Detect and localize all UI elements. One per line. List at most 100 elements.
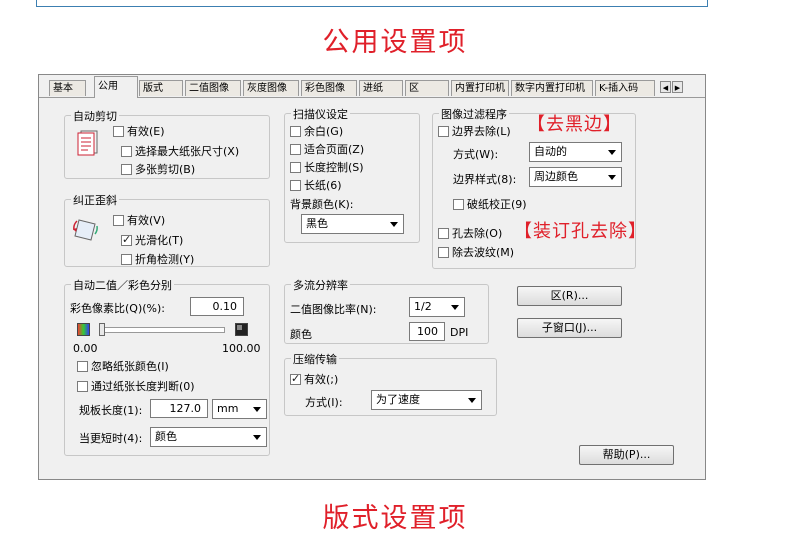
- help-button[interactable]: 帮助(P)...: [579, 445, 674, 465]
- tab-digital-imprinter[interactable]: 数字内置打印机: [511, 80, 593, 96]
- multi-crop-checkbox[interactable]: 多张剪切(B): [121, 161, 195, 177]
- auto-crop-title: 自动剪切: [71, 108, 119, 124]
- smoothing-box[interactable]: [121, 233, 132, 246]
- compression-method-select[interactable]: 为了速度: [371, 390, 482, 410]
- torn-paper-box[interactable]: [453, 198, 464, 210]
- max-paper-size-box[interactable]: [121, 145, 132, 157]
- edge-removal-box[interactable]: [438, 125, 449, 137]
- zone-button[interactable]: 区(R)...: [517, 286, 622, 306]
- multi-crop-box[interactable]: [121, 163, 132, 175]
- tab-binary-image[interactable]: 二值图像: [185, 80, 241, 96]
- judge-by-length-box[interactable]: [77, 380, 88, 392]
- scanner-settings-group: 扫描仪设定 余白(G) 适合页面(Z) 长度控制(S) 长纸(6) 背景颜色(K…: [284, 106, 420, 243]
- tab-scroll-left-button[interactable]: ◀: [660, 81, 671, 93]
- auto-crop-enabled-checkbox[interactable]: 有效(E): [113, 123, 165, 139]
- margin-box[interactable]: [290, 125, 301, 137]
- tab-paper-feed[interactable]: 进纸: [359, 80, 403, 96]
- tab-imprinter[interactable]: 内置打印机: [451, 80, 509, 96]
- auto-crop-enabled-label: 有效(E): [127, 125, 165, 138]
- section-heading-layout: 版式设置项: [322, 503, 468, 534]
- compression-method-label: 方式(I):: [305, 396, 343, 409]
- judge-by-length-label: 通过纸张长度判断(0): [91, 380, 195, 393]
- deskew-title: 纠正歪斜: [71, 192, 119, 208]
- deskew-enabled-box[interactable]: [113, 214, 124, 226]
- when-shorter-select[interactable]: 颜色: [150, 427, 267, 447]
- hole-removal-checkbox[interactable]: 孔去除(O): [438, 225, 502, 241]
- settings-dialog: 基本 公用 版式 二值图像 灰度图像 彩色图像 进纸 区 内置打印机 数字内置打…: [38, 74, 706, 480]
- moire-removal-label: 除去波纹(M): [452, 246, 515, 259]
- tab-strip: 基本 公用 版式 二值图像 灰度图像 彩色图像 进纸 区 内置打印机 数字内置打…: [39, 75, 705, 98]
- edge-removal-label: 边界去除(L): [452, 125, 511, 138]
- scale-max-label: 100.00: [222, 342, 261, 355]
- tab-scroll-right-button[interactable]: ▶: [672, 81, 683, 93]
- deskew-document-icon: [73, 219, 98, 241]
- color-resolution-label: 颜色: [290, 328, 312, 341]
- image-filter-group: 图像过滤程序 边界去除(L) 方式(W): 自动的 边界样式(8): 周边颜色 …: [432, 106, 636, 269]
- fit-page-box[interactable]: [290, 143, 301, 155]
- fold-detect-label: 折角检测(Y): [135, 253, 195, 266]
- color-pixel-ratio-input[interactable]: 0.10: [190, 297, 244, 316]
- edge-removal-checkbox[interactable]: 边界去除(L): [438, 123, 511, 139]
- template-length-label: 规板长度(1):: [79, 404, 143, 417]
- background-color-label: 背景颜色(K):: [290, 198, 354, 211]
- template-length-input[interactable]: 127.0: [150, 399, 208, 418]
- when-shorter-label: 当更短时(4):: [79, 432, 143, 445]
- tab-common[interactable]: 公用: [94, 76, 138, 98]
- edge-style-label: 边界样式(8):: [453, 173, 517, 186]
- chevron-down-icon: [253, 435, 261, 440]
- edge-style-value: 周边颜色: [534, 170, 578, 183]
- deskew-enabled-checkbox[interactable]: 有效(V): [113, 212, 165, 228]
- auto-crop-enabled-box[interactable]: [113, 125, 124, 137]
- compression-enabled-checkbox[interactable]: 有效(;): [290, 371, 338, 387]
- length-control-checkbox[interactable]: 长度控制(S): [290, 159, 364, 175]
- background-color-select[interactable]: 黑色: [301, 214, 404, 234]
- tab-basic[interactable]: 基本: [49, 80, 86, 96]
- binary-ratio-select[interactable]: 1/2: [409, 297, 465, 317]
- color-ratio-slider-thumb[interactable]: [99, 323, 105, 336]
- fold-detect-checkbox[interactable]: 折角检测(Y): [121, 251, 194, 267]
- long-paper-box[interactable]: [290, 179, 301, 191]
- scanner-settings-title: 扫描仪设定: [291, 106, 350, 122]
- color-resolution-input[interactable]: 100: [409, 322, 445, 341]
- color-pixel-ratio-label: 彩色像素比(Q)(%):: [70, 302, 165, 315]
- deskew-group: 纠正歪斜 有效(V) 光滑化(T) 折角检测(Y): [64, 192, 270, 267]
- smoothing-checkbox[interactable]: 光滑化(T): [121, 232, 183, 248]
- compression-enabled-label: 有效(;): [304, 373, 339, 386]
- moire-removal-box[interactable]: [438, 246, 449, 258]
- subwindow-button[interactable]: 子窗口(J)...: [517, 318, 622, 338]
- removal-method-select[interactable]: 自动的: [529, 142, 622, 162]
- dpi-unit-label: DPI: [450, 326, 469, 339]
- removal-method-value: 自动的: [534, 145, 567, 158]
- removal-method-label: 方式(W):: [453, 148, 499, 161]
- hole-removal-box[interactable]: [438, 227, 449, 239]
- margin-checkbox[interactable]: 余白(G): [290, 123, 343, 139]
- long-paper-checkbox[interactable]: 长纸(6): [290, 177, 342, 193]
- ignore-paper-color-checkbox[interactable]: 忽略纸张颜色(I): [77, 358, 169, 374]
- tab-grayscale-image[interactable]: 灰度图像: [243, 80, 299, 96]
- compression-transfer-group: 压缩传输 有效(;) 方式(I): 为了速度: [284, 351, 497, 416]
- compression-enabled-box[interactable]: [290, 372, 301, 385]
- tab-color-image[interactable]: 彩色图像: [301, 80, 357, 96]
- background-color-value: 黑色: [306, 217, 328, 230]
- ignore-paper-color-box[interactable]: [77, 360, 88, 372]
- torn-paper-checkbox[interactable]: 破纸校正(9): [453, 196, 527, 212]
- fit-page-checkbox[interactable]: 适合页面(Z): [290, 141, 364, 157]
- length-unit-select[interactable]: mm: [212, 399, 267, 419]
- moire-removal-checkbox[interactable]: 除去波纹(M): [438, 244, 514, 260]
- margin-label: 余白(G): [304, 125, 344, 138]
- torn-paper-label: 破纸校正(9): [467, 198, 527, 211]
- edge-style-select[interactable]: 周边颜色: [529, 167, 622, 187]
- tab-k-insert-code[interactable]: K-插入码: [595, 80, 655, 96]
- tab-zone[interactable]: 区: [405, 80, 449, 96]
- tab-layout[interactable]: 版式: [139, 80, 183, 96]
- hole-removal-label: 孔去除(O): [452, 227, 503, 240]
- max-paper-size-checkbox[interactable]: 选择最大纸张尺寸(X): [121, 143, 239, 159]
- scale-min-label: 0.00: [73, 342, 98, 355]
- length-control-label: 长度控制(S): [304, 161, 364, 174]
- when-shorter-value: 颜色: [155, 430, 177, 443]
- color-ratio-slider-track[interactable]: [99, 327, 225, 333]
- fold-detect-box[interactable]: [121, 253, 132, 265]
- auto-binary-color-title: 自动二值／彩色分别: [71, 277, 174, 293]
- judge-by-length-checkbox[interactable]: 通过纸张长度判断(0): [77, 378, 195, 394]
- length-control-box[interactable]: [290, 161, 301, 173]
